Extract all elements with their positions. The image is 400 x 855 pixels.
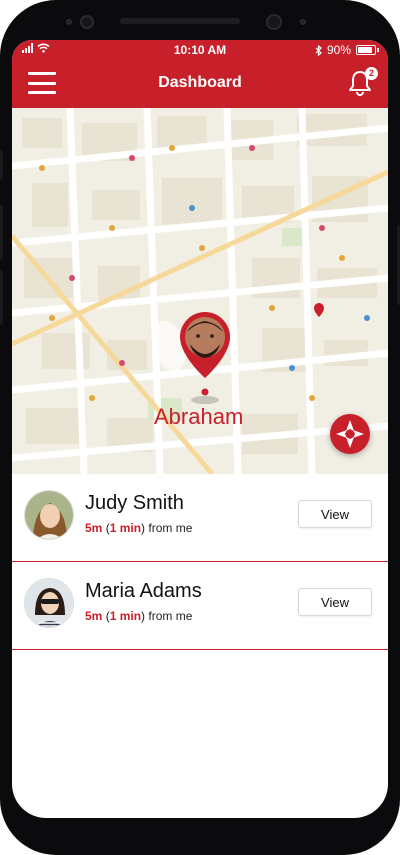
location-pin-icon[interactable] (157, 308, 237, 408)
battery-icon (356, 45, 379, 55)
front-camera (80, 15, 94, 29)
map-view[interactable]: Abraham (12, 108, 388, 474)
battery-level-fill (358, 47, 372, 53)
avatar (24, 578, 74, 628)
notifications-button[interactable]: 2 (348, 67, 378, 98)
contact-list-item[interactable]: Judy Smith 5m (1 min) from me View (12, 474, 388, 562)
battery-percent: 90% (326, 43, 351, 57)
pin-label: Abraham (154, 404, 244, 429)
front-sensor (266, 14, 282, 30)
page-title: Dashboard (158, 74, 242, 91)
contact-distance: 5m (1 min) from me (85, 521, 193, 535)
view-button[interactable]: View (298, 588, 372, 616)
front-sensor (300, 19, 306, 25)
contact-distance: 5m (1 min) from me (85, 609, 193, 623)
notification-badge: 2 (365, 67, 378, 80)
speaker-grille (120, 18, 240, 24)
proximity-sensor (66, 19, 72, 25)
app-header: Dashboard 2 (12, 60, 388, 108)
status-bar: 10:10 AM 90% (12, 40, 388, 60)
side-button (0, 150, 3, 180)
avatar (24, 490, 74, 540)
phone-frame: 10:10 AM 90% Dashboard 2 Abraham Judy Sm… (0, 0, 400, 855)
contact-name: Maria Adams (85, 580, 202, 602)
screen: 10:10 AM 90% Dashboard 2 Abraham Judy Sm… (12, 40, 388, 818)
view-button[interactable]: View (298, 500, 372, 528)
contact-name: Judy Smith (85, 492, 184, 514)
side-button (0, 205, 3, 260)
compass-icon[interactable] (330, 414, 370, 454)
bluetooth-icon (315, 44, 322, 56)
side-button (0, 270, 3, 325)
contact-list-item[interactable]: Maria Adams 5m (1 min) from me View (12, 562, 388, 650)
